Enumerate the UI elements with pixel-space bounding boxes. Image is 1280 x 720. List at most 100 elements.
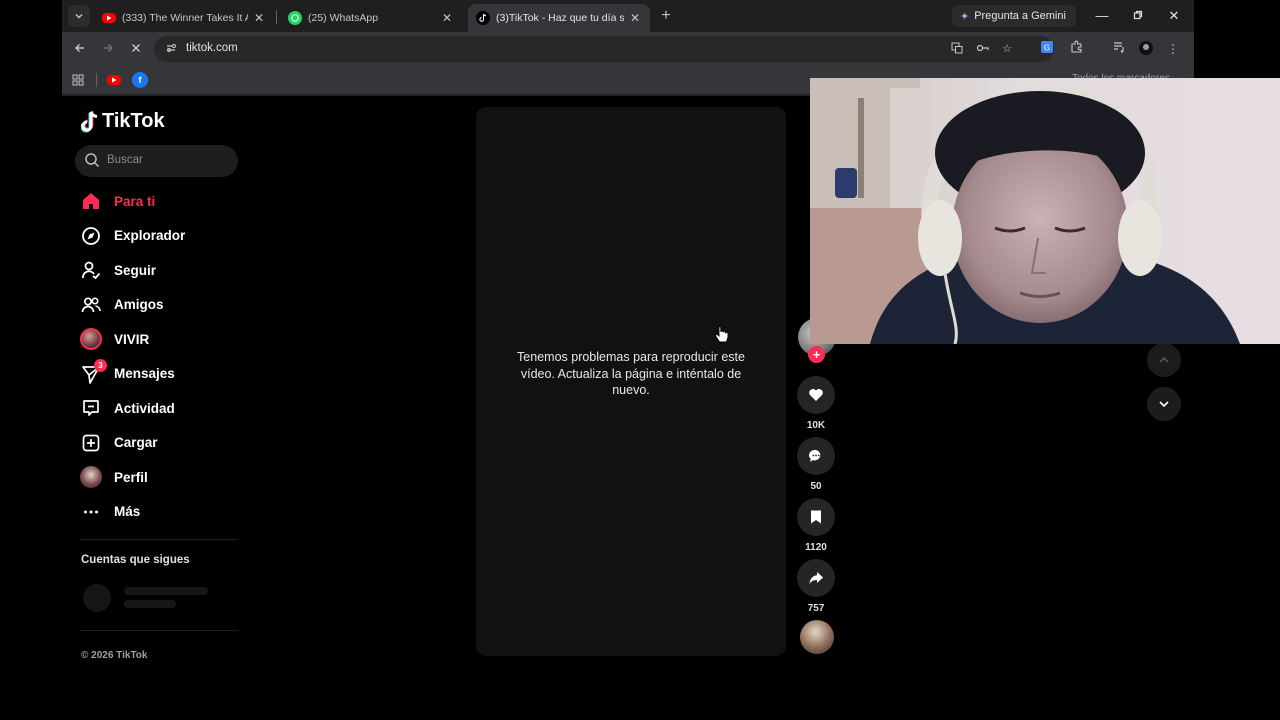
chevron-up-icon (1159, 356, 1169, 363)
user-follow-icon (80, 259, 102, 281)
following-section-title: Cuentas que sigues (81, 554, 190, 566)
like-count: 10K (806, 420, 826, 431)
sidebar-item-seguir[interactable]: Seguir (80, 253, 240, 288)
sidebar-item-label: Para ti (114, 193, 156, 209)
back-button[interactable] (70, 39, 90, 59)
arrow-right-icon (104, 44, 113, 52)
webcam-person-image (810, 78, 1280, 344)
close-icon[interactable]: ✕ (252, 11, 266, 25)
tab-tiktok[interactable]: (3)TikTok - Haz que tu día sea es ✕ (468, 4, 650, 32)
sidebar-item-label: VIVIR (114, 331, 150, 347)
sidebar-divider (80, 539, 238, 540)
restore-icon (1133, 10, 1143, 20)
music-disc-avatar[interactable] (800, 620, 834, 654)
tab-whatsapp[interactable]: (25) WhatsApp ✕ (280, 4, 462, 32)
video-player[interactable]: Tenemos problemas para reproducir este v… (476, 107, 786, 656)
forward-button[interactable] (98, 39, 118, 59)
compass-icon (80, 225, 102, 247)
whatsapp-icon (288, 11, 302, 25)
password-key-icon[interactable] (976, 42, 990, 56)
sidebar-item-para-ti[interactable]: Para ti (80, 184, 240, 219)
sidebar-item-vivir[interactable]: VIVIR (80, 322, 240, 357)
tiktok-note-icon (81, 110, 98, 132)
upload-icon (80, 432, 102, 454)
sidebar-item-label: Amigos (114, 297, 164, 313)
skeleton-avatar (83, 584, 111, 612)
comment-button[interactable] (797, 437, 835, 475)
follow-plus-button[interactable]: + (808, 346, 825, 363)
profile-avatar-icon (80, 466, 102, 489)
sidebar-item-mensajes[interactable]: 3 Mensajes (80, 357, 240, 392)
translate-icon[interactable] (950, 42, 964, 56)
facebook-bookmark-icon[interactable]: f (132, 72, 148, 88)
sidebar-item-perfil[interactable]: Perfil (80, 460, 240, 495)
close-icon (132, 44, 140, 52)
profile-avatar-icon[interactable] (1137, 40, 1155, 58)
media-controls-icon[interactable] (1110, 40, 1128, 58)
stop-button[interactable] (126, 39, 146, 59)
tiktok-logo[interactable]: TikTok (81, 110, 165, 133)
bookmark-icon (811, 510, 821, 524)
tab-youtube[interactable]: (333) The Winner Takes It All (M ✕ (94, 4, 274, 32)
bookmarks-divider (96, 73, 97, 87)
logo-text: TikTok (102, 110, 165, 132)
friends-icon (80, 294, 102, 316)
sidebar-item-actividad[interactable]: Actividad (80, 391, 240, 426)
browser-menu-icon[interactable]: ⋮ (1164, 40, 1182, 58)
google-translate-extension-icon[interactable]: G (1038, 40, 1056, 58)
new-tab-button[interactable]: + (656, 6, 676, 26)
close-icon[interactable]: ✕ (628, 11, 642, 25)
video-error-message: Tenemos problemas para reproducir este v… (517, 350, 745, 397)
sidebar-item-amigos[interactable]: Amigos (80, 288, 240, 323)
search-icon (85, 153, 100, 168)
sidebar-item-cargar[interactable]: Cargar (80, 426, 240, 461)
youtube-bookmark-icon[interactable] (107, 75, 121, 85)
tab-divider (276, 10, 277, 24)
tab-title: (333) The Winner Takes It All (M (122, 12, 248, 24)
save-button[interactable] (797, 498, 835, 536)
live-avatar-icon (80, 328, 102, 351)
search-input[interactable]: Buscar (75, 145, 238, 177)
sidebar-item-mas[interactable]: Más (80, 495, 240, 530)
sidebar-item-explorador[interactable]: Explorador (80, 219, 240, 254)
heart-icon (809, 389, 823, 401)
minimize-button[interactable]: — (1092, 6, 1112, 26)
like-button[interactable] (797, 376, 835, 414)
webcam-overlay (810, 78, 1280, 344)
site-settings-icon[interactable] (164, 42, 178, 56)
extensions-puzzle-icon[interactable] (1068, 40, 1086, 58)
save-count: 1120 (805, 542, 827, 553)
search-placeholder: Buscar (107, 154, 143, 166)
sidebar-item-label: Más (114, 504, 141, 520)
close-window-button[interactable]: ✕ (1164, 6, 1184, 26)
previous-video-button[interactable] (1147, 343, 1181, 377)
chevron-down-icon (1159, 401, 1169, 408)
url-text: tiktok.com (186, 42, 238, 54)
apps-grid-icon[interactable] (70, 72, 86, 88)
gemini-button[interactable]: ✦ Pregunta a Gemini (952, 5, 1076, 27)
more-icon (80, 501, 102, 523)
sidebar-item-label: Perfil (114, 469, 148, 485)
tab-title: (3)TikTok - Haz que tu día sea es (496, 12, 624, 24)
tab-strip: (333) The Winner Takes It All (M ✕ (25) … (62, 0, 1194, 32)
next-video-button[interactable] (1147, 387, 1181, 421)
share-arrow-icon (809, 572, 823, 584)
youtube-icon (102, 13, 116, 23)
copyright-text: © 2026 TikTok (81, 650, 148, 661)
gemini-sparkle-icon: ✦ (960, 10, 970, 23)
restore-button[interactable] (1128, 6, 1148, 26)
send-icon: 3 (80, 358, 107, 385)
sidebar-item-label: Cargar (114, 435, 158, 451)
address-bar[interactable]: tiktok.com ☆ (154, 36, 1054, 62)
tab-title: (25) WhatsApp (308, 12, 379, 24)
share-count: 757 (807, 603, 825, 614)
close-icon[interactable]: ✕ (440, 11, 454, 25)
tab-search-button[interactable] (68, 5, 90, 27)
unread-badge: 3 (94, 358, 107, 372)
sidebar-item-label: Explorador (114, 228, 186, 244)
activity-icon (80, 397, 102, 419)
share-button[interactable] (797, 559, 835, 597)
browser-toolbar: tiktok.com ☆ G ⋮ (62, 32, 1194, 66)
skeleton-line (124, 587, 208, 595)
bookmark-star-icon[interactable]: ☆ (1000, 42, 1014, 56)
